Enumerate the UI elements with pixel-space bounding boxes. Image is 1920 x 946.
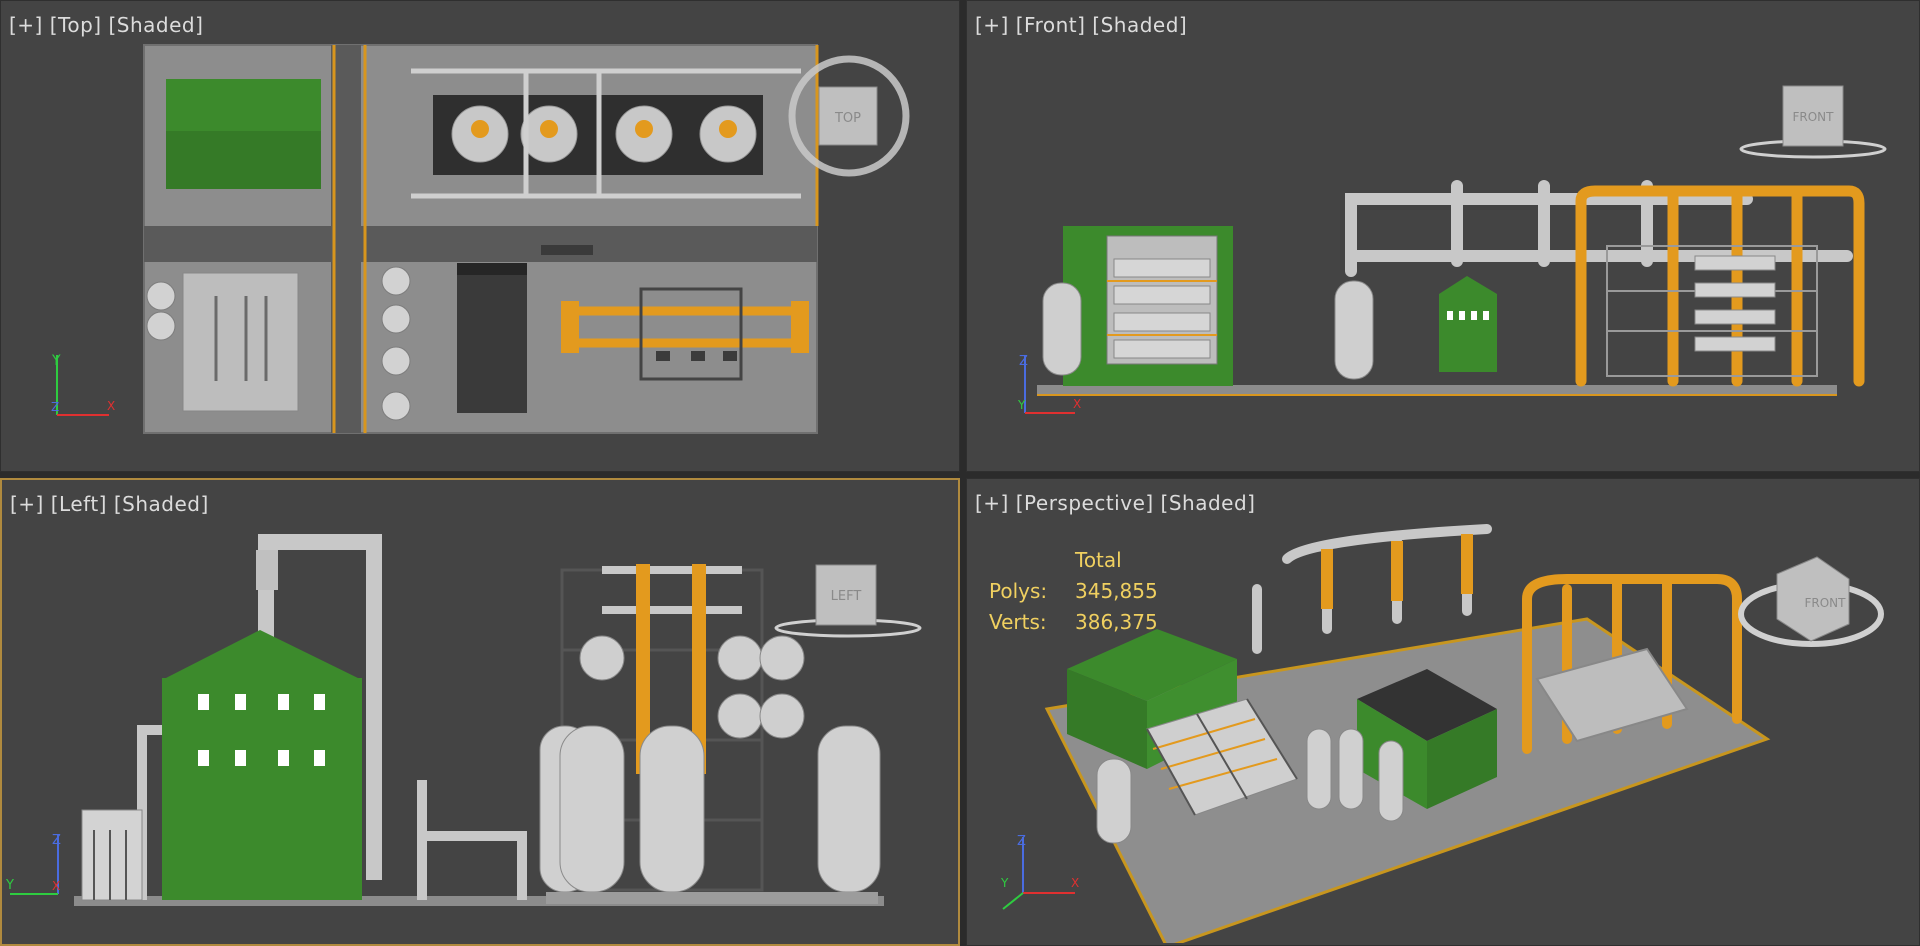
axis-label-x: X [52, 879, 60, 893]
shading-mode-button[interactable]: [Shaded] [1161, 491, 1256, 515]
viewport-menu-button[interactable]: [+] [9, 13, 43, 37]
viewport-menu-button[interactable]: [+] [10, 492, 44, 516]
viewport-label-front: [+] [Front] [Shaded] [975, 13, 1187, 37]
polys-value: 345,855 [1075, 579, 1158, 603]
viewport-perspective[interactable]: [+] [Perspective] [Shaded] Total Polys: 3… [966, 478, 1920, 946]
view-cube-label: TOP [834, 111, 861, 126]
viewport-label-left: [+] [Left] [Shaded] [10, 492, 209, 516]
view-type-button[interactable]: [Left] [51, 492, 107, 516]
viewport-label-perspective: [+] [Perspective] [Shaded] [975, 491, 1255, 515]
view-cube-label: FRONT [1805, 596, 1847, 610]
polygon-stats: Total Polys: 345,855 Verts: 386,375 [989, 545, 1158, 638]
view-type-button[interactable]: [Top] [50, 13, 102, 37]
view-cube-label: FRONT [1793, 110, 1835, 124]
view-type-button[interactable]: [Perspective] [1016, 491, 1154, 515]
viewport-menu-button[interactable]: [+] [975, 13, 1009, 37]
axis-label-z: Z [52, 833, 61, 848]
viewport-left[interactable]: [+] [Left] [Shaded] LEFT Z Y X [0, 478, 960, 946]
axis-label-z: Z [1019, 354, 1028, 369]
left-scene: LEFT Z Y X [5, 534, 922, 906]
axis-label-x: X [107, 399, 115, 413]
shading-mode-button[interactable]: [Shaded] [1092, 13, 1187, 37]
viewport-front[interactable]: [+] [Front] [Shaded] FRONT Z X Y [966, 0, 1920, 472]
axis-label-z: Z [51, 400, 59, 414]
shading-mode-button[interactable]: [Shaded] [108, 13, 203, 37]
axis-label-x: X [1073, 397, 1081, 411]
verts-value: 386,375 [1075, 610, 1158, 634]
front-scene: FRONT Z X Y [1017, 85, 1887, 414]
shading-mode-button[interactable]: [Shaded] [114, 492, 209, 516]
top-scene: TOP Y X Z [51, 44, 910, 434]
view-cube-label: LEFT [831, 589, 862, 604]
axis-label-x: X [1071, 876, 1079, 890]
axis-label-y: Y [1000, 876, 1009, 890]
axis-label-y: Y [51, 353, 61, 369]
viewport-top[interactable]: [+] [Top] [Shaded] TOP Y X Z [0, 0, 960, 472]
axis-label-z: Z [1017, 834, 1026, 849]
polys-label: Polys: [989, 579, 1048, 603]
view-type-button[interactable]: [Front] [1016, 13, 1086, 37]
viewport-menu-button[interactable]: [+] [975, 491, 1009, 515]
stats-header: Total [1075, 548, 1122, 572]
axis-label-y: Y [1017, 398, 1026, 412]
axis-label-y: Y [5, 878, 14, 893]
viewport-label-top: [+] [Top] [Shaded] [9, 13, 203, 37]
verts-label: Verts: [989, 610, 1047, 634]
